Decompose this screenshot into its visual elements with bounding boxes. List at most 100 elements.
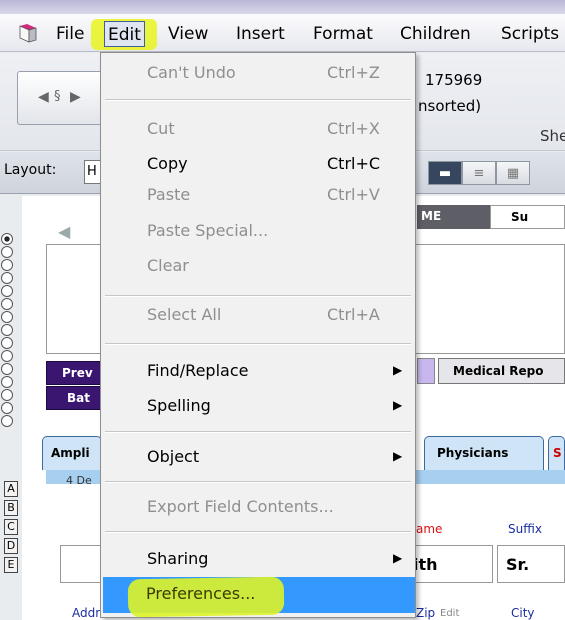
menu-item-spelling[interactable]: Spelling ▶ — [101, 390, 415, 424]
menu-item-sharing[interactable]: Sharing ▶ — [101, 543, 415, 577]
menu-item-shortcut: Ctrl+X — [327, 119, 380, 138]
menu-separator — [105, 99, 411, 101]
menu-children[interactable]: Children — [396, 21, 475, 47]
submenu-arrow-icon: ▶ — [393, 551, 403, 565]
letter-b[interactable]: B — [4, 500, 18, 516]
app-icon[interactable] — [17, 22, 39, 44]
radio-option[interactable] — [1, 298, 13, 310]
letter-d[interactable]: D — [4, 538, 18, 554]
record-navigator-book[interactable]: ◀ § ▶ — [17, 71, 107, 125]
lavender-swatch — [417, 358, 435, 384]
book-spine-icon: § — [54, 89, 61, 104]
menu-item-undo[interactable]: Can't Undo Ctrl+Z — [101, 57, 415, 91]
tab-ampli[interactable]: Ampli — [42, 436, 102, 470]
radio-option[interactable] — [1, 259, 13, 271]
menu-edit[interactable]: Edit — [104, 21, 145, 47]
radio-option[interactable] — [1, 337, 13, 349]
submenu-arrow-icon: ▶ — [393, 398, 403, 412]
menu-item-label: Paste Special... — [147, 221, 269, 240]
radio-option[interactable] — [1, 415, 13, 427]
menu-bar: File Edit View Insert Format Children Sc… — [0, 14, 565, 52]
menu-item-clear[interactable]: Clear — [101, 250, 415, 284]
menu-item-label: Select All — [147, 305, 222, 324]
menu-separator — [105, 295, 411, 297]
menu-item-export-field[interactable]: Export Field Contents... — [101, 491, 415, 525]
menu-view[interactable]: View — [164, 21, 212, 47]
alpha-index: A B C D E — [4, 481, 20, 576]
menu-item-copy[interactable]: Copy Ctrl+C — [101, 148, 415, 182]
menu-item-label: Copy — [147, 154, 188, 173]
menu-item-shortcut: Ctrl+V — [327, 185, 380, 204]
submenu-arrow-icon: ▶ — [393, 363, 403, 377]
radio-option[interactable] — [1, 376, 13, 388]
menu-scripts[interactable]: Scripts — [497, 21, 563, 47]
menu-separator — [105, 431, 411, 433]
menu-format[interactable]: Format — [309, 21, 377, 47]
menu-separator — [105, 531, 411, 533]
menu-file[interactable]: File — [52, 21, 88, 47]
bat-button[interactable]: Bat — [46, 386, 106, 410]
radio-option[interactable] — [1, 233, 13, 245]
medical-report-button[interactable]: Medical Repo — [438, 358, 565, 384]
menu-item-label: Find/Replace — [147, 361, 249, 380]
menu-item-find-replace[interactable]: Find/Replace ▶ — [101, 355, 415, 389]
menu-item-object[interactable]: Object ▶ — [101, 441, 415, 475]
radio-column — [0, 232, 16, 427]
layout-label: Layout: — [4, 162, 57, 178]
suffix-field[interactable]: Sr. — [497, 545, 565, 583]
preferences-label[interactable]: Preferences... — [146, 584, 255, 603]
title-strip — [0, 0, 565, 14]
radio-option[interactable] — [1, 272, 13, 284]
view-mode-buttons: ▬ ≡ ▦ — [428, 161, 530, 185]
menu-separator — [105, 481, 411, 483]
edit-menu-dropdown: Can't Undo Ctrl+Z Cut Ctrl+X Copy Ctrl+C… — [100, 52, 416, 618]
menu-item-label: Paste — [147, 185, 191, 204]
radio-option[interactable] — [1, 363, 13, 375]
zip-label: Zip — [416, 606, 436, 620]
prev-record-icon[interactable]: ◀ — [38, 89, 49, 105]
letter-e[interactable]: E — [4, 557, 18, 573]
menu-item-label: Spelling — [147, 396, 211, 415]
radio-option[interactable] — [1, 324, 13, 336]
menu-separator — [105, 343, 411, 345]
menu-insert[interactable]: Insert — [232, 21, 289, 47]
submenu-arrow-icon: ▶ — [393, 449, 403, 463]
list-view-icon[interactable]: ≡ — [462, 161, 496, 185]
zip-edit-hint: Edit — [440, 608, 460, 619]
header-white-cell: Su — [490, 205, 565, 229]
menu-item-paste-special[interactable]: Paste Special... — [101, 215, 415, 249]
record-count: 175969 — [425, 71, 483, 89]
radio-option[interactable] — [1, 311, 13, 323]
show-all-label[interactable]: She — [540, 127, 565, 145]
radio-option[interactable] — [1, 402, 13, 414]
next-record-icon[interactable]: ▶ — [70, 89, 81, 105]
menu-item-label: Clear — [147, 256, 189, 275]
name-label: ame — [416, 522, 443, 536]
menu-item-label: Can't Undo — [147, 63, 236, 82]
sort-status: nsorted) — [418, 97, 482, 115]
menu-item-paste[interactable]: Paste Ctrl+V — [101, 179, 415, 213]
menu-item-shortcut: Ctrl+A — [327, 305, 380, 324]
menu-item-label: Object — [147, 447, 200, 466]
radio-option[interactable] — [1, 389, 13, 401]
menu-item-cut[interactable]: Cut Ctrl+X — [101, 113, 415, 147]
form-view-icon[interactable]: ▬ — [428, 161, 462, 185]
nav-left-arrow-icon[interactable]: ◀ — [58, 222, 70, 241]
menu-item-shortcut: Ctrl+Z — [327, 63, 380, 82]
tab-subheader-text: 4 De — [66, 474, 92, 487]
radio-option[interactable] — [1, 246, 13, 258]
letter-c[interactable]: C — [4, 519, 18, 535]
radio-option[interactable] — [1, 285, 13, 297]
table-view-icon[interactable]: ▦ — [496, 161, 530, 185]
tab-physicians[interactable]: Physicians — [424, 436, 544, 470]
prev-button[interactable]: Prev — [46, 361, 106, 385]
menu-item-label: Sharing — [147, 549, 209, 568]
city-label: City — [511, 606, 535, 620]
menu-item-label: Cut — [147, 119, 175, 138]
letter-a[interactable]: A — [4, 481, 18, 497]
menu-item-label: Export Field Contents... — [147, 497, 334, 516]
tab-s[interactable]: S — [548, 436, 565, 470]
menu-item-select-all[interactable]: Select All Ctrl+A — [101, 299, 415, 333]
suffix-label: Suffix — [508, 522, 542, 536]
radio-option[interactable] — [1, 350, 13, 362]
